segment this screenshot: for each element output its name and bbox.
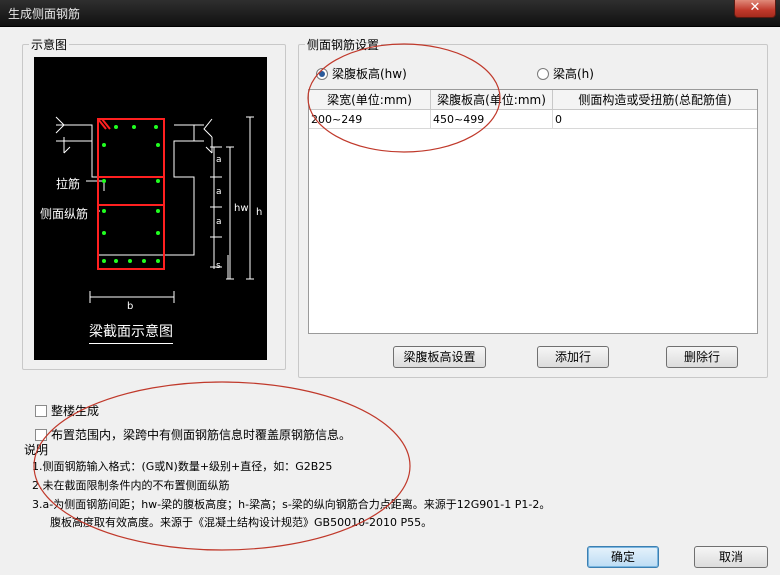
overwrite-box[interactable] (35, 428, 47, 441)
beam-section-diagram: 拉筋 侧面纵筋 a a a hw h s b 梁截面示意图 (34, 57, 267, 360)
dim-b-label: b (127, 301, 134, 312)
whole-building-label: 整楼生成 (51, 404, 100, 418)
radio-beam-height-dot[interactable] (537, 67, 549, 80)
radio-web-height[interactable]: 梁腹板高(hw) (316, 65, 407, 82)
radio-web-height-label: 梁腹板高(hw) (332, 67, 407, 81)
table-header: 梁宽(单位:mm) 梁腹板高(单位:mm) 侧面构造或受扭筋(总配筋值) (309, 90, 757, 110)
radio-beam-height-label: 梁高(h) (553, 67, 594, 81)
col-web-height[interactable]: 梁腹板高(单位:mm) (431, 90, 553, 109)
settings-group-label: 侧面钢筋设置 (305, 36, 382, 53)
note-line-3: 3.a-为侧面钢筋间距；hw-梁的腹板高度；h-梁高；s-梁的纵向钢筋合力点距离… (32, 498, 551, 511)
whole-building-box[interactable] (35, 404, 47, 417)
dim-s-label: s (216, 261, 221, 271)
note-line-4: 腹板高度取有效高度。来源于《混凝土结构设计规范》GB50010-2010 P55… (50, 516, 433, 529)
close-button[interactable]: ✕ (734, 0, 776, 18)
overwrite-checkbox[interactable]: 布置范围内，梁跨中有侧面钢筋信息时覆盖原钢筋信息。 (35, 426, 351, 443)
tie-bar-label: 拉筋 (56, 177, 81, 191)
cell-side-rebar[interactable]: 0 (553, 110, 757, 128)
table-row[interactable]: 200~249 450~499 0 (309, 110, 757, 129)
cell-beam-width[interactable]: 200~249 (309, 110, 431, 128)
delete-row-button[interactable]: 删除行 (666, 346, 738, 368)
ok-button[interactable]: 确定 (587, 546, 659, 568)
dim-a-label-1: a (216, 155, 222, 165)
window-title: 生成侧面钢筋 (8, 7, 81, 21)
radio-web-height-dot[interactable] (316, 67, 328, 80)
dim-a-label-2: a (216, 187, 222, 197)
title-bar: 生成侧面钢筋 ✕ (0, 0, 780, 27)
note-line-2: 2.未在截面限制条件内的不布置侧面纵筋 (32, 479, 230, 492)
cell-web-height[interactable]: 450~499 (431, 110, 553, 128)
col-side-rebar[interactable]: 侧面构造或受扭筋(总配筋值) (553, 90, 757, 109)
col-beam-width[interactable]: 梁宽(单位:mm) (309, 90, 431, 109)
side-bar-label: 侧面纵筋 (40, 207, 89, 221)
notes-title: 说明 (24, 443, 49, 457)
dim-h-label: h (256, 207, 263, 218)
rebar-table[interactable]: 梁宽(单位:mm) 梁腹板高(单位:mm) 侧面构造或受扭筋(总配筋值) 200… (308, 89, 758, 334)
radio-beam-height[interactable]: 梁高(h) (537, 65, 594, 82)
whole-building-checkbox[interactable]: 整楼生成 (35, 402, 99, 419)
web-height-setting-button[interactable]: 梁腹板高设置 (393, 346, 486, 368)
diagram-group-label: 示意图 (29, 36, 70, 53)
add-row-button[interactable]: 添加行 (537, 346, 609, 368)
overwrite-label: 布置范围内，梁跨中有侧面钢筋信息时覆盖原钢筋信息。 (51, 428, 352, 442)
cancel-button[interactable]: 取消 (694, 546, 768, 568)
dim-hw-label: hw (234, 203, 249, 214)
dim-a-label-3: a (216, 217, 222, 227)
note-line-1: 1.侧面钢筋输入格式：(G或N)数量+级别+直径，如：G2B25 (32, 460, 333, 473)
diagram-caption: 梁截面示意图 (89, 321, 173, 344)
